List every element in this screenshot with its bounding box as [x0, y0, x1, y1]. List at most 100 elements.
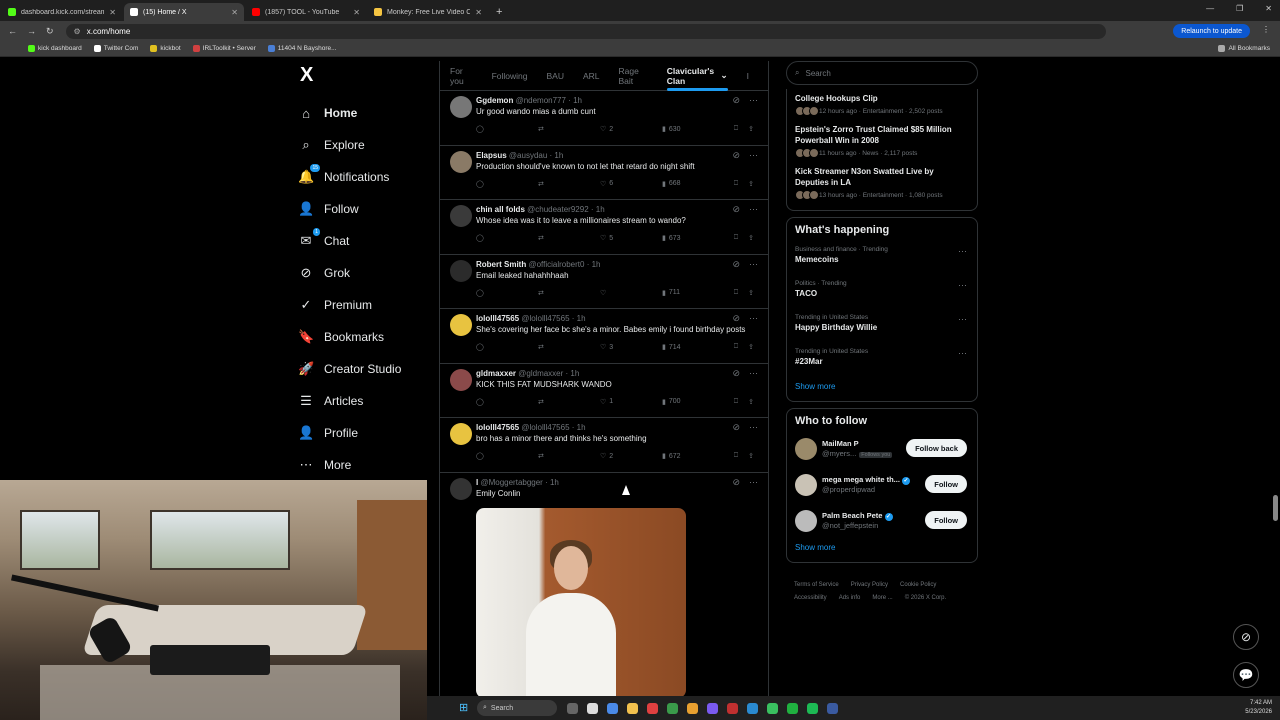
post-more-icon[interactable]: ⋯: [749, 150, 758, 161]
close-tab-icon[interactable]: ✕: [231, 8, 238, 17]
avatar[interactable]: [795, 510, 817, 532]
news-item[interactable]: Kick Streamer N3on Swatted Live by Deput…: [795, 166, 969, 200]
repost-button[interactable]: ⇄: [538, 234, 600, 242]
all-bookmarks[interactable]: All Bookmarks: [1218, 45, 1270, 52]
post-more-icon[interactable]: ⋯: [749, 422, 758, 433]
post-time[interactable]: 1h: [592, 260, 601, 269]
bookmark-item[interactable]: kickbot: [150, 45, 181, 52]
app-icon[interactable]: [587, 702, 598, 714]
post-time[interactable]: 1h: [596, 205, 605, 214]
avatar[interactable]: [450, 314, 472, 336]
follow-button[interactable]: Follow: [925, 511, 967, 529]
relaunch-button[interactable]: Relaunch to update: [1173, 24, 1250, 38]
nav-bookmarks[interactable]: 🔖 Bookmarks: [298, 321, 438, 353]
reply-button[interactable]: ◯: [476, 452, 538, 460]
grok-icon[interactable]: ⊘: [732, 477, 740, 488]
views-button[interactable]: ▮ 700: [662, 398, 722, 406]
like-button[interactable]: ♡ 5: [600, 234, 662, 243]
grok-icon[interactable]: ⊘: [732, 422, 740, 433]
app-icon[interactable]: [747, 702, 758, 714]
trend-more-icon[interactable]: ⋯: [958, 348, 967, 359]
avatar[interactable]: [450, 150, 472, 173]
post-time[interactable]: 1h: [554, 151, 563, 160]
like-button[interactable]: ♡ 6: [600, 180, 662, 188]
spotify-icon[interactable]: [807, 702, 818, 714]
tab-bau[interactable]: BAU: [546, 61, 563, 91]
views-button[interactable]: ▮ 630: [662, 125, 722, 134]
address-bar[interactable]: ⚙ x.com/home: [65, 23, 1106, 39]
like-button[interactable]: ♡ 2: [600, 125, 662, 134]
avatar[interactable]: [450, 259, 472, 282]
post-more-icon[interactable]: ⋯: [749, 95, 758, 106]
bookmark-button[interactable]: ⎕: [734, 398, 738, 406]
trend-item[interactable]: Trending in United States #23Mar ⋯: [795, 348, 969, 366]
like-button[interactable]: ♡ 3: [600, 343, 662, 352]
news-item[interactable]: Epstein's Zorro Trust Claimed $85 Millio…: [795, 124, 969, 158]
footer-link[interactable]: Cookie Policy: [900, 582, 936, 588]
nav-premium[interactable]: ✓ Premium: [298, 289, 438, 321]
reply-button[interactable]: ◯: [476, 343, 538, 351]
footer-link[interactable]: Terms of Service: [794, 582, 839, 588]
chrome-icon[interactable]: [687, 702, 698, 714]
tab-rage-bait[interactable]: Rage Bait: [619, 61, 648, 91]
trend-more-icon[interactable]: ⋯: [958, 246, 967, 257]
reply-button[interactable]: ◯: [476, 180, 538, 188]
nav-explore[interactable]: ⌕ Explore: [298, 129, 438, 161]
nav-notifications[interactable]: 🔔 15 Notifications: [298, 161, 438, 193]
post-time[interactable]: 1h: [550, 478, 559, 487]
follow-suggestion[interactable]: mega mega white th... ✓ @properdipwad Foll…: [795, 467, 969, 503]
avatar[interactable]: [795, 438, 817, 460]
tab-following[interactable]: Following: [492, 61, 528, 91]
back-icon[interactable]: ←: [8, 26, 17, 37]
views-button[interactable]: ▮ 714: [662, 343, 722, 352]
like-button[interactable]: ♡ 2: [600, 452, 662, 461]
reply-button[interactable]: ◯: [476, 398, 538, 406]
app-icon[interactable]: [607, 702, 618, 714]
nav-profile[interactable]: 👤 Profile: [298, 417, 438, 449]
bookmark-item[interactable]: Twitter Com: [93, 45, 138, 52]
like-button[interactable]: ♡ 1: [600, 398, 662, 406]
footer-link[interactable]: Ads info: [839, 595, 861, 601]
footer-link[interactable]: More ...: [872, 595, 892, 601]
post-handle[interactable]: @lololll47565: [521, 314, 569, 323]
post-author[interactable]: gldmaxxer: [476, 369, 516, 378]
nav-grok[interactable]: ⊘ Grok: [298, 257, 438, 289]
browser-tab-active[interactable]: (15) Home / X ✕: [124, 3, 244, 21]
post-author[interactable]: lololll47565: [476, 314, 519, 323]
footer-link[interactable]: Privacy Policy: [851, 582, 888, 588]
repost-button[interactable]: ⇄: [538, 452, 600, 460]
post[interactable]: gldmaxxer @gldmaxxer · 1h KICK THIS FAT …: [440, 364, 768, 418]
post-handle[interactable]: @ausydau: [509, 151, 547, 160]
footer-link[interactable]: Accessibility: [794, 595, 827, 601]
share-button[interactable]: ⇪: [748, 398, 754, 406]
tab-for-you[interactable]: For you: [450, 61, 473, 91]
nav-home[interactable]: ⌂ Home: [298, 97, 438, 129]
app-icon[interactable]: [647, 702, 658, 714]
bookmark-button[interactable]: ⎕: [734, 125, 738, 133]
tab-arl[interactable]: ARL: [583, 61, 600, 91]
follow-back-button[interactable]: Follow back: [906, 439, 967, 457]
maximize-icon[interactable]: ❐: [1236, 4, 1243, 13]
views-button[interactable]: ▮ 673: [662, 234, 722, 243]
share-button[interactable]: ⇪: [748, 234, 754, 242]
nav-chat[interactable]: ✉ 1 Chat: [298, 225, 438, 257]
app-icon[interactable]: [787, 702, 798, 714]
post-author[interactable]: Elapsus: [476, 151, 507, 160]
post-more-icon[interactable]: ⋯: [749, 259, 758, 270]
page-scrollbar[interactable]: [1273, 70, 1278, 690]
bookmark-item[interactable]: 11404 N Bayshore...: [267, 45, 337, 52]
post-author[interactable]: Ggdemon: [476, 96, 513, 105]
post-time[interactable]: 1h: [570, 369, 579, 378]
trend-item[interactable]: Trending in United States Happy Birthday …: [795, 314, 969, 332]
post[interactable]: lololll47565 @lololll47565 · 1h bro has …: [440, 418, 768, 473]
like-button[interactable]: ♡: [600, 289, 662, 297]
reply-button[interactable]: ◯: [476, 125, 538, 133]
bookmark-item[interactable]: kick dashboard: [28, 45, 82, 52]
share-button[interactable]: ⇪: [748, 343, 754, 351]
forward-icon[interactable]: →: [27, 26, 36, 37]
system-clock[interactable]: 7:42 AM 5/23/2026: [1245, 699, 1272, 717]
bookmark-item[interactable]: IRLToolkit • Server: [192, 45, 256, 52]
post-author[interactable]: lololll47565: [476, 423, 519, 432]
avatar[interactable]: [450, 96, 472, 118]
nav-creator-studio[interactable]: 🚀 Creator Studio: [298, 353, 438, 385]
